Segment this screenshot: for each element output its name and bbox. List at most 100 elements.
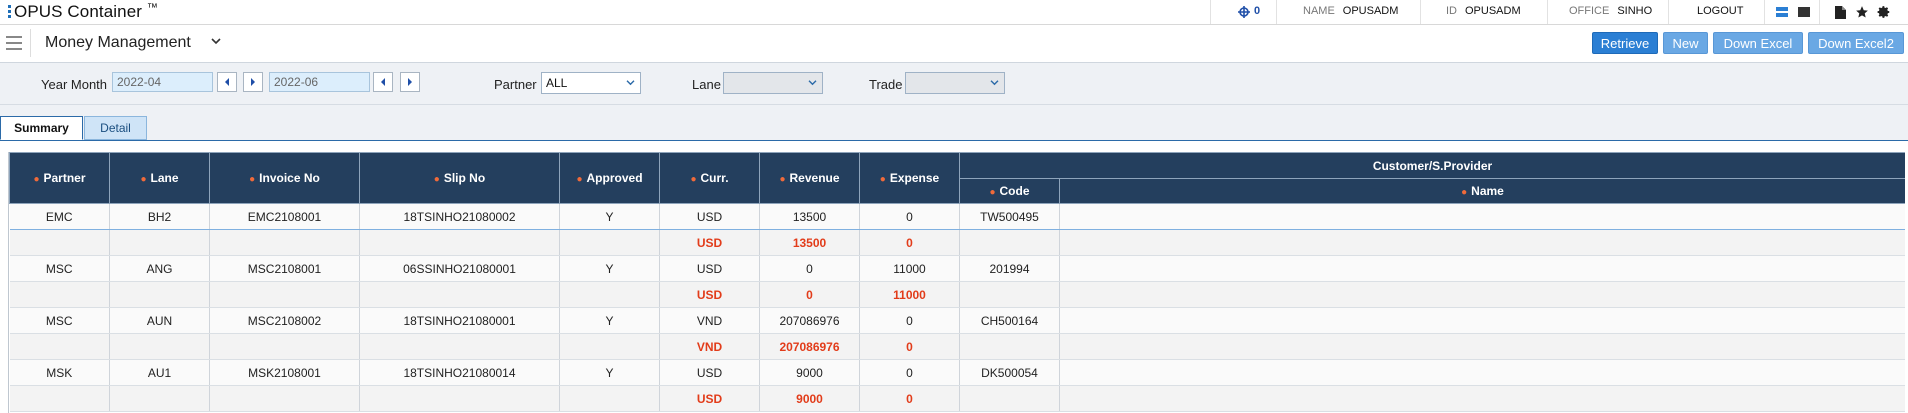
down-excel2-button[interactable]: Down Excel2 bbox=[1808, 32, 1904, 54]
cell-code[interactable]: DK500054 bbox=[959, 359, 1060, 386]
lane-select[interactable] bbox=[723, 72, 823, 94]
cell-expense[interactable]: 0 bbox=[859, 203, 960, 230]
cell-code[interactable]: 201994 bbox=[959, 255, 1060, 282]
col-header-revenue[interactable]: ● Revenue bbox=[759, 152, 860, 204]
next-month-to-button[interactable] bbox=[400, 72, 420, 92]
down-excel-button[interactable]: Down Excel bbox=[1713, 32, 1803, 54]
year-month-to-input[interactable] bbox=[269, 72, 370, 92]
cell-partner[interactable]: EMC bbox=[9, 203, 110, 230]
col-header-code[interactable]: ● Code bbox=[959, 178, 1060, 204]
subtotal-expense: 0 bbox=[859, 229, 960, 256]
cell-code[interactable]: TW500495 bbox=[959, 203, 1060, 230]
cell-approved[interactable]: Y bbox=[559, 203, 660, 230]
prev-month-to-button[interactable] bbox=[373, 72, 393, 92]
new-button[interactable]: New bbox=[1663, 32, 1708, 54]
subtotal-curr: USD bbox=[659, 229, 760, 256]
cell-empty bbox=[959, 229, 1060, 256]
cell-invoice[interactable]: MSK2108001 bbox=[209, 359, 360, 386]
cell-partner[interactable]: MSC bbox=[9, 307, 110, 334]
list-view-icon[interactable] bbox=[1774, 4, 1790, 20]
filter-bar: Year Month Partner ALL Lane Trade bbox=[0, 63, 1908, 105]
cell-invoice[interactable]: MSC2108002 bbox=[209, 307, 360, 334]
app-logo-icon bbox=[8, 5, 11, 19]
cell-lane[interactable]: AUN bbox=[109, 307, 210, 334]
cell-revenue[interactable]: 13500 bbox=[759, 203, 860, 230]
network-icon[interactable] bbox=[1236, 4, 1252, 20]
cell-approved[interactable]: Y bbox=[559, 307, 660, 334]
col-header-expense[interactable]: ● Expense bbox=[859, 152, 960, 204]
cell-partner[interactable]: MSC bbox=[9, 255, 110, 282]
prev-month-button[interactable] bbox=[217, 72, 237, 92]
cell-curr[interactable]: USD bbox=[659, 359, 760, 386]
cell-slip[interactable]: 06SSINHO21080001 bbox=[359, 255, 560, 282]
hamburger-menu-icon[interactable] bbox=[6, 36, 22, 50]
col-header-curr[interactable]: ● Curr. bbox=[659, 152, 760, 204]
subtotal-expense: 0 bbox=[859, 385, 960, 412]
cell-lane[interactable]: BH2 bbox=[109, 203, 210, 230]
tab-detail[interactable]: Detail bbox=[84, 116, 147, 140]
message-count[interactable]: 0 bbox=[1254, 5, 1260, 17]
cell-expense[interactable]: 11000 bbox=[859, 255, 960, 282]
divider bbox=[1547, 0, 1548, 24]
cell-curr[interactable]: USD bbox=[659, 255, 760, 282]
col-header-partner[interactable]: ● Partner bbox=[9, 152, 110, 204]
col-header-invoice-no[interactable]: ● Invoice No bbox=[209, 152, 360, 204]
cell-approved[interactable]: Y bbox=[559, 255, 660, 282]
office-value: SINHO bbox=[1617, 5, 1653, 17]
cell-lane[interactable]: AU1 bbox=[109, 359, 210, 386]
cell-approved[interactable]: Y bbox=[559, 359, 660, 386]
cell-partner[interactable]: MSK bbox=[9, 359, 110, 386]
subtotal-curr: USD bbox=[659, 281, 760, 308]
cell-name[interactable] bbox=[1059, 307, 1905, 334]
cell-revenue[interactable]: 9000 bbox=[759, 359, 860, 386]
cell-lane[interactable]: ANG bbox=[109, 255, 210, 282]
col-header-approved[interactable]: ● Approved bbox=[559, 152, 660, 204]
logout-link[interactable]: LOGOUT bbox=[1697, 5, 1743, 17]
chevron-down-icon[interactable] bbox=[210, 35, 224, 49]
trade-select[interactable] bbox=[905, 72, 1005, 94]
cell-slip[interactable]: 18TSINHO21080014 bbox=[359, 359, 560, 386]
col-header-name[interactable]: ● Name bbox=[1059, 178, 1905, 204]
divider bbox=[1668, 0, 1669, 24]
next-month-button[interactable] bbox=[243, 72, 263, 92]
cell-revenue[interactable]: 0 bbox=[759, 255, 860, 282]
cell-code[interactable]: CH500164 bbox=[959, 307, 1060, 334]
cell-expense[interactable]: 0 bbox=[859, 359, 960, 386]
cell-curr[interactable]: USD bbox=[659, 203, 760, 230]
table-row[interactable]: MSC ANG MSC2108001 06SSINHO21080001 Y US… bbox=[9, 255, 1905, 282]
cell-revenue[interactable]: 207086976 bbox=[759, 307, 860, 334]
subtotal-curr: VND bbox=[659, 333, 760, 360]
col-header-slip-no[interactable]: ● Slip No bbox=[359, 152, 560, 204]
cell-slip[interactable]: 18TSINHO21080002 bbox=[359, 203, 560, 230]
cell-invoice[interactable]: MSC2108001 bbox=[209, 255, 360, 282]
divider bbox=[1819, 0, 1820, 24]
cell-invoice[interactable]: EMC2108001 bbox=[209, 203, 360, 230]
cell-name[interactable] bbox=[1059, 359, 1905, 386]
tab-summary[interactable]: Summary bbox=[0, 116, 83, 140]
cell-empty bbox=[959, 281, 1060, 308]
retrieve-button-main[interactable]: Retrieve bbox=[1592, 32, 1658, 54]
partner-select[interactable]: ALL bbox=[541, 72, 641, 94]
square-view-icon[interactable] bbox=[1796, 4, 1812, 20]
cell-curr[interactable]: VND bbox=[659, 307, 760, 334]
star-icon[interactable] bbox=[1854, 4, 1870, 20]
cell-name[interactable] bbox=[1059, 255, 1905, 282]
document-icon[interactable] bbox=[1832, 4, 1848, 20]
table-row[interactable]: MSK AU1 MSK2108001 18TSINHO21080014 Y US… bbox=[9, 359, 1905, 386]
year-month-from-input[interactable] bbox=[112, 72, 213, 92]
subtotal-expense: 11000 bbox=[859, 281, 960, 308]
col-header-lane[interactable]: ● Lane bbox=[109, 152, 210, 204]
table-row[interactable]: EMC BH2 EMC2108001 18TSINHO21080002 Y US… bbox=[9, 203, 1905, 230]
cell-empty bbox=[1059, 229, 1905, 256]
cell-empty bbox=[959, 333, 1060, 360]
cell-name[interactable] bbox=[1059, 203, 1905, 230]
cell-slip[interactable]: 18TSINHO21080001 bbox=[359, 307, 560, 334]
cell-empty bbox=[1059, 281, 1905, 308]
divider bbox=[1764, 0, 1765, 24]
cell-expense[interactable]: 0 bbox=[859, 307, 960, 334]
id-label: ID bbox=[1446, 5, 1457, 17]
gear-icon[interactable] bbox=[1876, 4, 1892, 20]
chevron-down-icon bbox=[626, 80, 635, 86]
table-row[interactable]: MSC AUN MSC2108002 18TSINHO21080001 Y VN… bbox=[9, 307, 1905, 334]
trademark: ™ bbox=[146, 2, 158, 14]
